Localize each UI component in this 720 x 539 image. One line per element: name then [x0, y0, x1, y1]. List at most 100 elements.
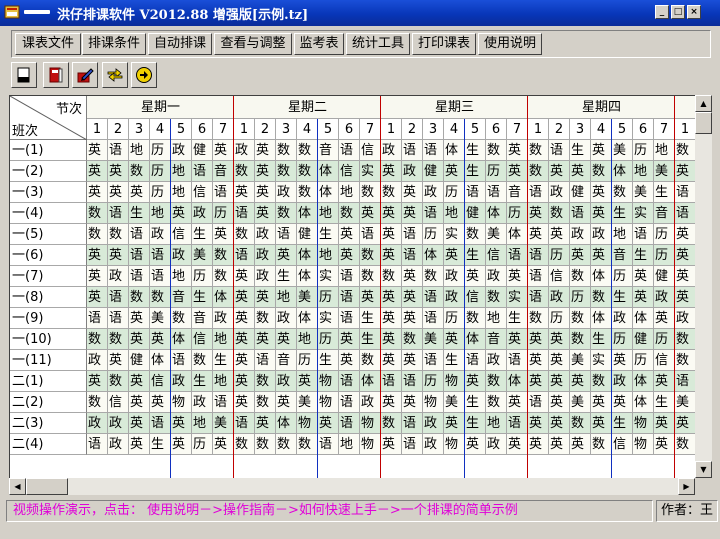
lesson-cell[interactable]: 英 — [129, 392, 150, 413]
lesson-cell[interactable]: 历 — [654, 329, 675, 350]
lesson-cell[interactable]: 英 — [549, 329, 570, 350]
lesson-cell[interactable]: 生 — [507, 308, 528, 329]
lesson-cell[interactable]: 政 — [591, 224, 612, 245]
lesson-cell[interactable]: 历 — [549, 245, 570, 266]
lesson-cell[interactable]: 数 — [486, 392, 507, 413]
new-button[interactable] — [11, 62, 37, 88]
lesson-cell[interactable]: 地 — [150, 203, 171, 224]
lesson-cell[interactable]: 体 — [297, 308, 318, 329]
lesson-cell[interactable]: 英 — [255, 182, 276, 203]
lesson-cell[interactable]: 地 — [171, 182, 192, 203]
lesson-cell[interactable]: 信 — [612, 434, 633, 455]
lesson-cell[interactable]: 地 — [213, 371, 234, 392]
lesson-cell[interactable]: 体 — [486, 203, 507, 224]
lesson-cell[interactable]: 数 — [570, 308, 591, 329]
lesson-cell[interactable]: 物 — [360, 434, 381, 455]
maximize-button[interactable]: □ — [671, 5, 685, 19]
lesson-cell[interactable]: 政 — [402, 161, 423, 182]
lesson-cell[interactable]: 美 — [150, 308, 171, 329]
lesson-cell[interactable]: 英 — [381, 350, 402, 371]
lesson-cell[interactable]: 健 — [192, 140, 213, 161]
lesson-cell[interactable]: 地 — [654, 140, 675, 161]
lesson-cell[interactable]: 历 — [654, 245, 675, 266]
lesson-cell[interactable]: 音 — [276, 350, 297, 371]
lesson-cell[interactable]: 数 — [87, 392, 108, 413]
lesson-cell[interactable]: 语 — [192, 161, 213, 182]
lesson-cell[interactable]: 历 — [423, 224, 444, 245]
lesson-cell[interactable]: 数 — [675, 140, 695, 161]
lesson-cell[interactable]: 英 — [591, 140, 612, 161]
lesson-cell[interactable]: 政 — [276, 371, 297, 392]
lesson-cell[interactable]: 语 — [423, 140, 444, 161]
lesson-cell[interactable]: 英 — [171, 203, 192, 224]
lesson-cell[interactable]: 体 — [507, 224, 528, 245]
lesson-cell[interactable]: 语 — [549, 140, 570, 161]
lesson-cell[interactable]: 美 — [297, 287, 318, 308]
lesson-cell[interactable]: 英 — [654, 434, 675, 455]
lesson-cell[interactable]: 生 — [570, 140, 591, 161]
lesson-cell[interactable]: 历 — [444, 308, 465, 329]
lesson-cell[interactable]: 语 — [507, 413, 528, 434]
lesson-cell[interactable]: 英 — [339, 245, 360, 266]
lesson-cell[interactable]: 英 — [591, 182, 612, 203]
lesson-cell[interactable]: 英 — [612, 350, 633, 371]
lesson-cell[interactable]: 语 — [465, 350, 486, 371]
lesson-cell[interactable]: 语 — [675, 182, 695, 203]
lesson-cell[interactable]: 数 — [612, 182, 633, 203]
lesson-cell[interactable]: 历 — [150, 161, 171, 182]
lesson-cell[interactable]: 英 — [381, 161, 402, 182]
lesson-cell[interactable]: 英 — [402, 266, 423, 287]
lesson-cell[interactable]: 英 — [549, 371, 570, 392]
lesson-cell[interactable]: 数 — [276, 434, 297, 455]
lesson-cell[interactable]: 语 — [528, 266, 549, 287]
lesson-cell[interactable]: 英 — [507, 266, 528, 287]
lesson-cell[interactable]: 英 — [318, 413, 339, 434]
lesson-cell[interactable]: 信 — [108, 392, 129, 413]
menu-schedule-file[interactable]: 课表文件 — [15, 33, 81, 55]
lesson-cell[interactable]: 数 — [297, 182, 318, 203]
lesson-cell[interactable]: 英 — [234, 266, 255, 287]
lesson-cell[interactable]: 生 — [591, 329, 612, 350]
lesson-cell[interactable]: 政 — [171, 371, 192, 392]
lesson-cell[interactable]: 语 — [171, 350, 192, 371]
lesson-cell[interactable]: 政 — [108, 266, 129, 287]
lesson-cell[interactable]: 政 — [255, 245, 276, 266]
lesson-cell[interactable]: 政 — [360, 392, 381, 413]
lesson-cell[interactable]: 语 — [507, 350, 528, 371]
lesson-cell[interactable]: 美 — [654, 161, 675, 182]
lesson-cell[interactable]: 信 — [171, 224, 192, 245]
lesson-cell[interactable]: 信 — [486, 245, 507, 266]
lesson-cell[interactable]: 英 — [570, 434, 591, 455]
lesson-cell[interactable]: 音 — [612, 245, 633, 266]
lesson-cell[interactable]: 数 — [528, 161, 549, 182]
lesson-cell[interactable]: 英 — [444, 245, 465, 266]
lesson-cell[interactable]: 英 — [339, 329, 360, 350]
lesson-cell[interactable]: 数 — [255, 392, 276, 413]
lesson-cell[interactable]: 数 — [486, 287, 507, 308]
scroll-left-button[interactable]: ◀ — [9, 478, 26, 495]
lesson-cell[interactable]: 英 — [255, 203, 276, 224]
lesson-cell[interactable]: 体 — [633, 392, 654, 413]
lesson-cell[interactable]: 英 — [675, 161, 695, 182]
lesson-cell[interactable]: 语 — [150, 266, 171, 287]
lesson-cell[interactable]: 英 — [549, 161, 570, 182]
lesson-cell[interactable]: 英 — [129, 371, 150, 392]
lesson-cell[interactable]: 政 — [171, 140, 192, 161]
lesson-cell[interactable]: 健 — [654, 266, 675, 287]
lesson-cell[interactable]: 体 — [318, 182, 339, 203]
lesson-cell[interactable]: 语 — [213, 182, 234, 203]
lesson-cell[interactable]: 数 — [129, 161, 150, 182]
lesson-cell[interactable]: 英 — [339, 224, 360, 245]
lesson-cell[interactable]: 地 — [192, 413, 213, 434]
lesson-cell[interactable]: 地 — [213, 329, 234, 350]
lesson-cell[interactable]: 政 — [108, 434, 129, 455]
lesson-cell[interactable]: 数 — [150, 287, 171, 308]
lesson-cell[interactable]: 语 — [402, 434, 423, 455]
lesson-cell[interactable]: 数 — [87, 224, 108, 245]
lesson-cell[interactable]: 地 — [276, 287, 297, 308]
lesson-cell[interactable]: 信 — [192, 329, 213, 350]
lesson-cell[interactable]: 语 — [465, 182, 486, 203]
lesson-cell[interactable]: 信 — [339, 161, 360, 182]
lesson-cell[interactable]: 英 — [507, 329, 528, 350]
lesson-cell[interactable]: 英 — [528, 371, 549, 392]
